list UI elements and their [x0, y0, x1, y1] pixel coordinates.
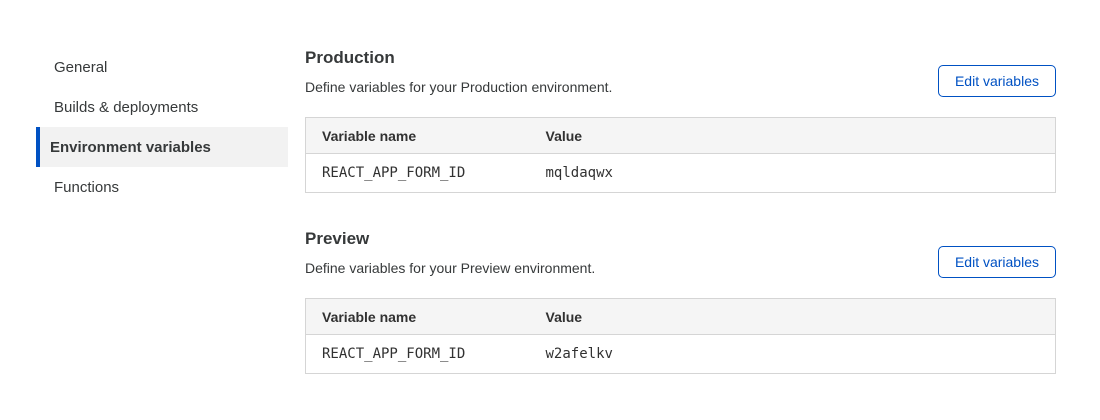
- variable-value-cell: w2afelkv: [530, 335, 1056, 374]
- preview-section-header: Preview Define variables for your Previe…: [305, 229, 1056, 278]
- preview-title: Preview: [305, 229, 595, 249]
- table-row: REACT_APP_FORM_ID w2afelkv: [306, 335, 1056, 374]
- preview-section-text: Preview Define variables for your Previe…: [305, 229, 595, 277]
- sidebar-item-general[interactable]: General: [36, 47, 288, 87]
- variable-name-column-header: Variable name: [306, 118, 530, 154]
- table-header-row: Variable name Value: [306, 118, 1056, 154]
- table-row: REACT_APP_FORM_ID mqldaqwx: [306, 154, 1056, 193]
- variable-name-column-header: Variable name: [306, 299, 530, 335]
- environment-variables-panel: Production Define variables for your Pro…: [305, 40, 1056, 374]
- preview-variables-table: Variable name Value REACT_APP_FORM_ID w2…: [305, 298, 1056, 374]
- value-column-header: Value: [530, 299, 1056, 335]
- production-title: Production: [305, 48, 612, 68]
- sidebar-item-builds-deployments[interactable]: Builds & deployments: [36, 87, 288, 127]
- variable-name-cell: REACT_APP_FORM_ID: [306, 154, 530, 193]
- sidebar-item-environment-variables[interactable]: Environment variables: [36, 127, 288, 167]
- preview-section: Preview Define variables for your Previe…: [305, 229, 1056, 374]
- preview-edit-variables-button[interactable]: Edit variables: [938, 246, 1056, 278]
- settings-page: General Builds & deployments Environment…: [0, 0, 1100, 374]
- production-section: Production Define variables for your Pro…: [305, 48, 1056, 193]
- settings-sidebar: General Builds & deployments Environment…: [36, 40, 288, 374]
- value-column-header: Value: [530, 118, 1056, 154]
- production-edit-variables-button[interactable]: Edit variables: [938, 65, 1056, 97]
- production-section-header: Production Define variables for your Pro…: [305, 48, 1056, 97]
- production-section-text: Production Define variables for your Pro…: [305, 48, 612, 96]
- table-header-row: Variable name Value: [306, 299, 1056, 335]
- variable-name-cell: REACT_APP_FORM_ID: [306, 335, 530, 374]
- production-variables-table: Variable name Value REACT_APP_FORM_ID mq…: [305, 117, 1056, 193]
- preview-description: Define variables for your Preview enviro…: [305, 259, 595, 277]
- variable-value-cell: mqldaqwx: [530, 154, 1056, 193]
- sidebar-item-functions[interactable]: Functions: [36, 167, 288, 207]
- production-description: Define variables for your Production env…: [305, 78, 612, 96]
